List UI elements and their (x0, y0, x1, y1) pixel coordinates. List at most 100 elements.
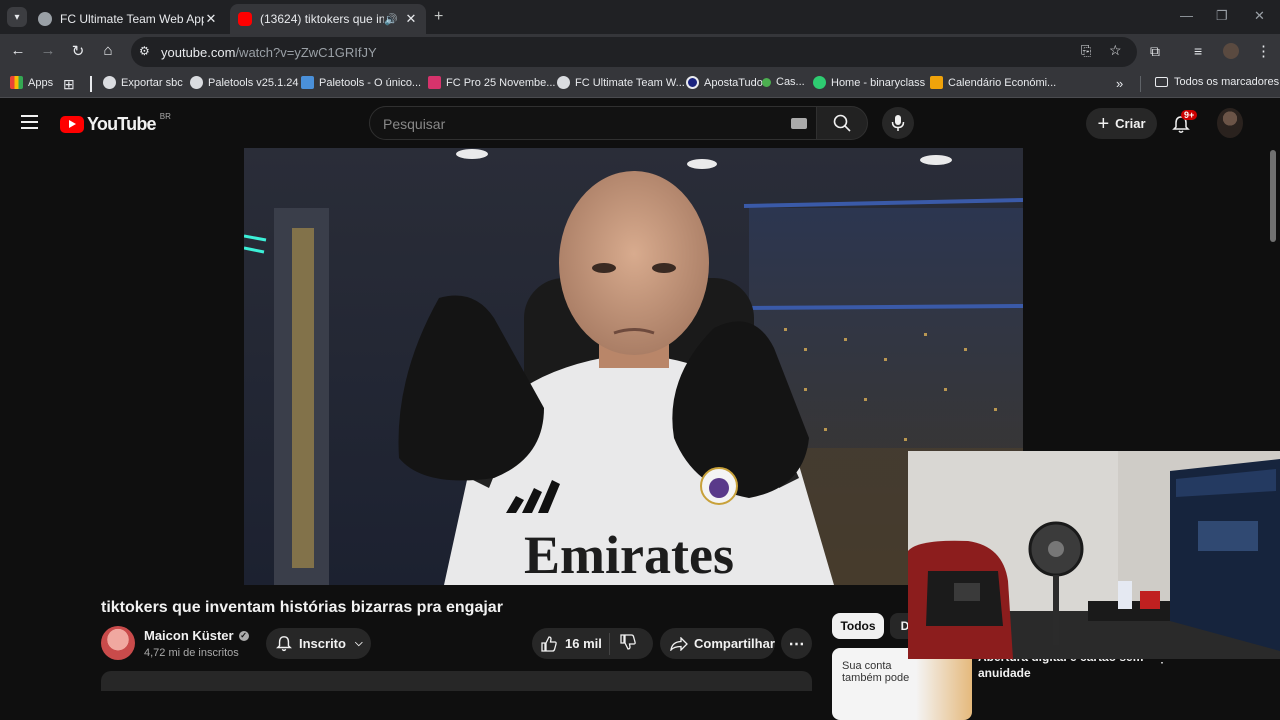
bell-icon (276, 636, 292, 652)
chip-label: Todos (840, 619, 876, 633)
like-count: 16 mil (565, 636, 602, 651)
bookmark-apostatudo[interactable]: ApostaTudo (686, 76, 763, 89)
maximize-icon[interactable]: ❐ (1216, 8, 1228, 24)
globe-icon (557, 76, 570, 89)
bookmark-calendario[interactable]: Calendário Económi... (930, 76, 1056, 89)
bookmark-exportar-sbc[interactable]: Exportar sbc (103, 76, 183, 89)
subscribed-button[interactable]: Inscrito ⌵ (266, 628, 371, 659)
bookmark-paletools-version[interactable]: Paletools v25.1.24 (190, 76, 299, 89)
bookmark-label: Exportar sbc (121, 76, 183, 89)
home-icon[interactable]: ⌂ (98, 42, 118, 59)
chip-all[interactable]: Todos (832, 613, 884, 639)
google-apps-icon[interactable]: ⊞ (63, 76, 75, 93)
description-box[interactable] (101, 671, 812, 691)
bookmark-label: Calendário Económi... (948, 76, 1057, 89)
tab-search-button[interactable]: ▾ (7, 7, 27, 27)
investing-icon (930, 76, 943, 89)
window-close-icon[interactable]: ✕ (1254, 8, 1265, 24)
tab-title: (13624) tiktokers que invent (260, 12, 385, 26)
more-actions-button[interactable]: ⋯ (781, 628, 812, 659)
browser-toolbar: ← → ↻ ⌂ ⚙ youtube.com/watch?v=yZwC1GRIfJ… (0, 34, 1280, 70)
more-horizontal-icon: ⋯ (788, 635, 805, 653)
video-player[interactable]: Emirates (244, 148, 1023, 585)
more-menu-icon[interactable]: ⋮ (1256, 42, 1271, 60)
bookmark-label: Cas... (776, 76, 805, 88)
youtube-favicon-icon (238, 12, 252, 26)
microphone-icon (891, 115, 905, 131)
address-bar[interactable]: ⚙ youtube.com/watch?v=yZwC1GRIfJY ⎘ ☆ (131, 37, 1137, 67)
tab-youtube[interactable]: (13624) tiktokers que invent 🔊 ✕ (230, 4, 426, 34)
thumbs-up-icon (541, 635, 557, 652)
url-path: /watch?v=yZwC1GRIfJY (235, 45, 377, 60)
ad-thumb-line: Sua conta (842, 660, 892, 672)
bookmark-label: Home - binaryclass (831, 76, 926, 89)
share-label: Compartilhar (694, 636, 775, 651)
like-dislike-group: 16 mil (532, 628, 653, 659)
ad-thumb-text: Sua conta também pode (842, 660, 909, 684)
video-frame: Emirates (244, 148, 1023, 585)
separator (1140, 76, 1141, 92)
bookmark-cas[interactable]: Cas... (762, 76, 805, 88)
bookmarks-bar: Apps ⊞ Exportar sbc Paletools v25.1.24 P… (0, 70, 1280, 98)
profile-avatar[interactable] (1223, 43, 1239, 59)
bookmark-paletools[interactable]: Paletools - O único... (301, 76, 421, 89)
plus-icon: + (1097, 112, 1110, 135)
hamburger-menu-icon[interactable] (21, 115, 38, 129)
install-app-icon[interactable]: ⎘ (1081, 43, 1091, 59)
folder-icon (1155, 77, 1168, 87)
back-icon[interactable]: ← (8, 42, 28, 59)
notification-badge: 9+ (1181, 110, 1198, 120)
new-tab-icon[interactable]: + (434, 8, 443, 26)
bookmark-fc-ultimate-team[interactable]: FC Ultimate Team W... (557, 76, 685, 89)
close-icon[interactable]: ✕ (404, 11, 418, 27)
globe-icon (190, 76, 203, 89)
jersey-sponsor-text: Emirates (524, 525, 734, 585)
site-info-icon[interactable]: ⚙ (139, 44, 150, 58)
like-button[interactable]: 16 mil (532, 632, 610, 655)
minimize-icon[interactable]: — (1180, 8, 1193, 23)
bookmark-label: FC Ultimate Team W... (575, 76, 685, 89)
create-button[interactable]: + Criar (1086, 108, 1157, 139)
bookmark-binaryclass[interactable]: Home - binaryclass (813, 76, 925, 89)
media-control-icon[interactable]: ≡ (1194, 43, 1202, 59)
youtube-logo[interactable]: YouTube BR (60, 112, 171, 135)
channel-avatar[interactable] (101, 626, 135, 660)
webcam-frame (908, 451, 1280, 659)
share-button[interactable]: Compartilhar (660, 628, 775, 659)
globe-icon (38, 12, 52, 26)
paletools-icon (301, 76, 314, 89)
bookmark-apps[interactable]: Apps (10, 76, 53, 89)
notifications-button[interactable]: 9+ (1172, 110, 1198, 139)
extensions-icon[interactable]: ⧉ (1150, 43, 1160, 60)
voice-search-button[interactable] (882, 107, 914, 139)
channel-name-link[interactable]: Maicon Küster ✓ (144, 628, 249, 643)
page-scrollbar[interactable] (1270, 150, 1276, 242)
bookmark-label: ApostaTudo (704, 76, 763, 89)
share-icon (670, 636, 688, 651)
video-title: tiktokers que inventam histórias bizarra… (101, 599, 503, 616)
separator (90, 76, 92, 92)
all-bookmarks-folder[interactable]: Todos os marcadores (1155, 76, 1279, 88)
reload-icon[interactable]: ↻ (68, 42, 88, 60)
bookmark-label: FC Pro 25 Novembe... (446, 76, 556, 89)
apps-grid-icon (10, 76, 23, 89)
bookmark-label: Paletools - O único... (319, 76, 422, 89)
bookmark-star-icon[interactable]: ☆ (1109, 42, 1122, 59)
youtube-play-icon (60, 116, 84, 133)
account-avatar[interactable] (1217, 108, 1243, 138)
bookmarks-overflow-icon[interactable]: » (1116, 76, 1123, 91)
forward-icon[interactable]: → (38, 42, 58, 59)
ad-title-line: anuidade (978, 666, 1031, 680)
bookmark-fc-pro[interactable]: FC Pro 25 Novembe... (428, 76, 555, 89)
search-button[interactable] (816, 106, 868, 140)
close-icon[interactable]: ✕ (204, 11, 218, 27)
channel-name: Maicon Küster (144, 628, 234, 643)
dislike-button[interactable] (610, 634, 636, 653)
tab-fc-ultimate-team[interactable]: FC Ultimate Team Web App - E ✕ (30, 4, 226, 34)
search-input[interactable]: Pesquisar (369, 106, 817, 140)
speaker-icon[interactable]: 🔊 (384, 13, 398, 26)
thumbs-down-icon (620, 634, 636, 650)
keyboard-icon[interactable] (791, 118, 807, 129)
globe-icon (103, 76, 116, 89)
search-placeholder: Pesquisar (383, 116, 446, 132)
